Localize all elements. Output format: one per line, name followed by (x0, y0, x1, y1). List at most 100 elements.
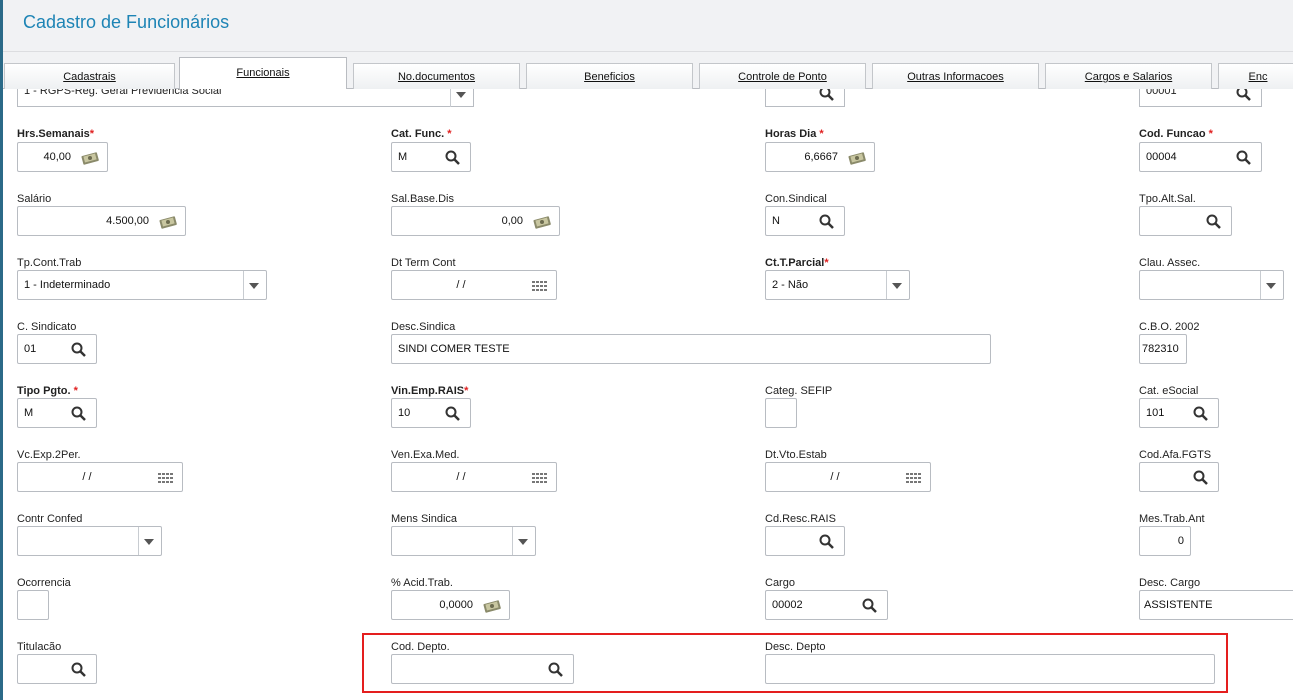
sal-base-dis-field[interactable]: 0,00 (391, 206, 560, 236)
tab-label: No.documentos (397, 71, 476, 83)
label-text: Horas Dia (765, 128, 817, 140)
contr-confed-select[interactable] (17, 526, 162, 556)
cd-resc-rais-field[interactable] (765, 526, 845, 556)
con-sindical-field[interactable]: N (765, 206, 845, 236)
search-icon[interactable] (818, 533, 836, 551)
cbo-2002-label: C.B.O. 2002 (1139, 321, 1200, 333)
hrs-semanais-field[interactable]: 40,00 (17, 142, 108, 172)
money-icon[interactable] (159, 213, 177, 231)
search-icon[interactable] (444, 149, 462, 167)
calendar-icon[interactable] (530, 469, 548, 487)
ven-exa-med-field[interactable]: / / (391, 462, 557, 492)
chevron-down-icon[interactable] (892, 283, 902, 289)
cat-esocial-field[interactable]: 101 (1139, 398, 1219, 428)
titulacao-field[interactable] (17, 654, 97, 684)
cat-func-field[interactable]: M (391, 142, 471, 172)
search-icon[interactable] (1192, 469, 1210, 487)
tpo-alt-sal-field[interactable] (1139, 206, 1232, 236)
chevron-down-icon[interactable] (518, 539, 528, 545)
chevron-down-icon[interactable] (144, 539, 154, 545)
top-lookup-field[interactable] (765, 89, 845, 107)
desc-cargo-field[interactable]: ASSISTENTE (1139, 590, 1293, 620)
previdencia-select[interactable]: 1 - RGPS-Reg. Geral Previdencia Social (17, 89, 474, 107)
cod-afa-fgts-field[interactable] (1139, 462, 1219, 492)
calendar-icon[interactable] (904, 469, 922, 487)
search-icon[interactable] (818, 89, 836, 103)
c-sindicato-label: C. Sindicato (17, 321, 77, 333)
mens-sindica-select[interactable] (391, 526, 536, 556)
salario-field[interactable]: 4.500,00 (17, 206, 186, 236)
cargo-field[interactable]: 00002 (765, 590, 888, 620)
tab-beneficios[interactable]: Beneficios (526, 63, 693, 89)
tab-encargos[interactable]: Enc (1218, 63, 1293, 89)
field-value: 2 - Não (772, 279, 809, 291)
tab-controle-de-ponto[interactable]: Controle de Ponto (699, 63, 866, 89)
tab-bar: Cadastrais Funcionais No.documentos Bene… (3, 52, 1293, 90)
cbo-2002-field[interactable]: 782310 (1139, 334, 1187, 364)
horas-dia-field[interactable]: 6,6667 (765, 142, 875, 172)
required-mark: * (819, 128, 824, 140)
search-icon[interactable] (818, 213, 836, 231)
ct-t-parcial-select[interactable]: 2 - Não (765, 270, 910, 300)
tp-cont-trab-label: Tp.Cont.Trab (17, 257, 82, 269)
tab-cadastrais[interactable]: Cadastrais (4, 63, 175, 89)
dt-vto-estab-field[interactable]: / / (765, 462, 931, 492)
clau-assec-select[interactable] (1139, 270, 1284, 300)
search-icon[interactable] (1235, 89, 1253, 103)
calendar-icon[interactable] (530, 277, 548, 295)
money-icon[interactable] (81, 149, 99, 167)
search-icon[interactable] (861, 597, 879, 615)
salario-label: Salário (17, 193, 52, 205)
search-icon[interactable] (1205, 213, 1223, 231)
dt-vto-estab-label: Dt.Vto.Estab (765, 449, 827, 461)
vin-emp-rais-field[interactable]: 10 (391, 398, 471, 428)
tab-funcionais[interactable]: Funcionais (179, 57, 347, 90)
cd-resc-rais-label: Cd.Resc.RAIS (765, 513, 836, 525)
field-value: 782310 (1142, 343, 1179, 355)
search-icon[interactable] (70, 405, 88, 423)
search-icon[interactable] (70, 661, 88, 679)
field-value: M (398, 151, 408, 163)
field-value: 40,00 (43, 151, 71, 163)
tab-outras-informacoes[interactable]: Outras Informacoes (872, 63, 1039, 89)
ocorrencia-label: Ocorrencia (17, 577, 71, 589)
money-icon[interactable] (848, 149, 866, 167)
tipo-pgto-field[interactable]: M (17, 398, 97, 428)
search-icon[interactable] (1235, 149, 1253, 167)
mes-trab-ant-field[interactable]: 0 (1139, 526, 1191, 556)
categ-sefip-field[interactable] (765, 398, 797, 428)
cod-funcao-field[interactable]: 00004 (1139, 142, 1262, 172)
tab-no-documentos[interactable]: No.documentos (353, 63, 520, 89)
search-icon[interactable] (1192, 405, 1210, 423)
acid-trab-field[interactable]: 0,0000 (391, 590, 510, 620)
dropdown-separator (886, 271, 887, 299)
field-value: SINDI COMER TESTE (398, 343, 510, 355)
tab-cargos-e-salarios[interactable]: Cargos e Salarios (1045, 63, 1212, 89)
c-sindicato-field[interactable]: 01 (17, 334, 97, 364)
search-icon[interactable] (70, 341, 88, 359)
sal-base-dis-label: Sal.Base.Dis (391, 193, 454, 205)
desc-sindica-field[interactable]: SINDI COMER TESTE (391, 334, 991, 364)
field-value: M (24, 407, 34, 419)
dt-term-cont-field[interactable]: / / (391, 270, 557, 300)
field-value: 00004 (1146, 151, 1177, 163)
tp-cont-trab-select[interactable]: 1 - Indeterminado (17, 270, 267, 300)
money-icon[interactable] (483, 597, 501, 615)
calendar-icon[interactable] (156, 469, 174, 487)
ven-exa-med-label: Ven.Exa.Med. (391, 449, 460, 461)
field-value: ASSISTENTE (1144, 599, 1213, 611)
tab-label: Outras Informacoes (907, 71, 1004, 83)
chevron-down-icon[interactable] (249, 283, 259, 289)
field-value: / / (456, 471, 466, 483)
top-right-field[interactable]: 00001 (1139, 89, 1262, 107)
field-value: 00002 (772, 599, 803, 611)
money-icon[interactable] (533, 213, 551, 231)
search-icon[interactable] (444, 405, 462, 423)
field-value: / / (830, 471, 840, 483)
vc-exp-2per-field[interactable]: / / (17, 462, 183, 492)
ocorrencia-field[interactable] (17, 590, 49, 620)
field-value: 6,6667 (804, 151, 838, 163)
cat-esocial-label: Cat. eSocial (1139, 385, 1199, 397)
chevron-down-icon[interactable] (1266, 283, 1276, 289)
required-mark: * (464, 385, 469, 397)
